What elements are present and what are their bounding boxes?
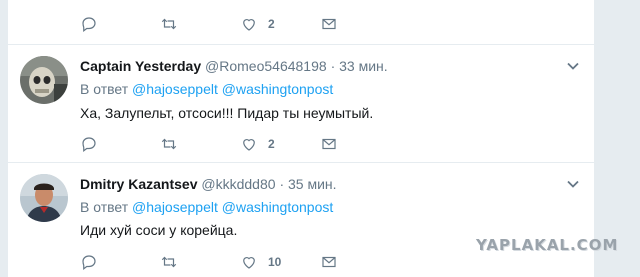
message-button[interactable] bbox=[320, 253, 400, 271]
mention-link[interactable]: @washingtonpost bbox=[222, 81, 334, 97]
retweet-icon bbox=[161, 138, 177, 150]
avatar[interactable] bbox=[20, 56, 68, 104]
retweet-icon bbox=[161, 256, 177, 268]
reply-icon bbox=[82, 255, 96, 270]
reply-button[interactable] bbox=[80, 135, 160, 153]
message-icon bbox=[322, 18, 336, 30]
retweet-button[interactable] bbox=[160, 253, 240, 271]
tweet-menu-button[interactable] bbox=[566, 177, 580, 191]
like-count: 2 bbox=[268, 137, 275, 151]
reply-context: В ответ @hajoseppelt @washingtonpost bbox=[80, 199, 333, 215]
retweet-icon bbox=[161, 18, 177, 30]
mention-link[interactable]: @hajoseppelt bbox=[132, 199, 218, 215]
tweet-text: Иди хуй соси у корейца. bbox=[80, 222, 238, 238]
tweet-menu-button[interactable] bbox=[566, 59, 580, 73]
tweet-partial: 2 bbox=[8, 0, 594, 45]
chevron-down-icon bbox=[567, 180, 579, 188]
like-icon bbox=[243, 19, 255, 31]
reply-prefix: В ответ bbox=[80, 199, 129, 215]
message-button[interactable] bbox=[320, 15, 400, 33]
like-icon bbox=[243, 257, 255, 269]
separator: · bbox=[330, 58, 336, 74]
like-count: 10 bbox=[268, 255, 282, 269]
message-button[interactable] bbox=[320, 135, 400, 153]
username[interactable]: @kkkddd80 bbox=[201, 176, 275, 192]
reply-button[interactable] bbox=[80, 253, 160, 271]
like-button[interactable]: 2 bbox=[240, 135, 320, 153]
mention-link[interactable]: @washingtonpost bbox=[222, 199, 334, 215]
tweet-actions: 10 bbox=[80, 252, 400, 272]
display-name[interactable]: Dmitry Kazantsev bbox=[80, 176, 198, 192]
like-count: 2 bbox=[268, 17, 275, 31]
chevron-down-icon bbox=[567, 62, 579, 70]
tweet-text: Ха, Залупельт, отсоси!!! Пидар ты неумыт… bbox=[80, 105, 374, 121]
reply-icon bbox=[82, 17, 96, 32]
username[interactable]: @Romeo54648198 bbox=[205, 58, 327, 74]
tweet-header: Captain Yesterday @Romeo54648198 · 33 ми… bbox=[80, 58, 388, 74]
tweet-header: Dmitry Kazantsev @kkkddd80 · 35 мин. bbox=[80, 176, 337, 192]
message-icon bbox=[322, 138, 336, 150]
timestamp[interactable]: 35 мин. bbox=[288, 176, 337, 192]
like-button[interactable]: 10 bbox=[240, 253, 320, 271]
tweet[interactable]: Captain Yesterday @Romeo54648198 · 33 ми… bbox=[8, 44, 594, 163]
reply-icon bbox=[82, 137, 96, 152]
separator: · bbox=[279, 176, 285, 192]
like-icon bbox=[243, 139, 255, 151]
message-icon bbox=[322, 256, 336, 268]
tweet[interactable]: Dmitry Kazantsev @kkkddd80 · 35 мин. В о… bbox=[8, 163, 594, 277]
retweet-button[interactable] bbox=[160, 135, 240, 153]
watermark: YAPLAKAL.COM bbox=[476, 236, 619, 254]
display-name[interactable]: Captain Yesterday bbox=[80, 58, 201, 74]
mention-link[interactable]: @hajoseppelt bbox=[132, 81, 218, 97]
reply-context: В ответ @hajoseppelt @washingtonpost bbox=[80, 81, 333, 97]
tweet-actions: 2 bbox=[80, 14, 400, 34]
tweet-actions: 2 bbox=[80, 134, 400, 154]
timestamp[interactable]: 33 мин. bbox=[339, 58, 388, 74]
like-button[interactable]: 2 bbox=[240, 15, 320, 33]
avatar[interactable] bbox=[20, 174, 68, 222]
retweet-button[interactable] bbox=[160, 15, 240, 33]
reply-prefix: В ответ bbox=[80, 81, 129, 97]
reply-button[interactable] bbox=[80, 15, 160, 33]
